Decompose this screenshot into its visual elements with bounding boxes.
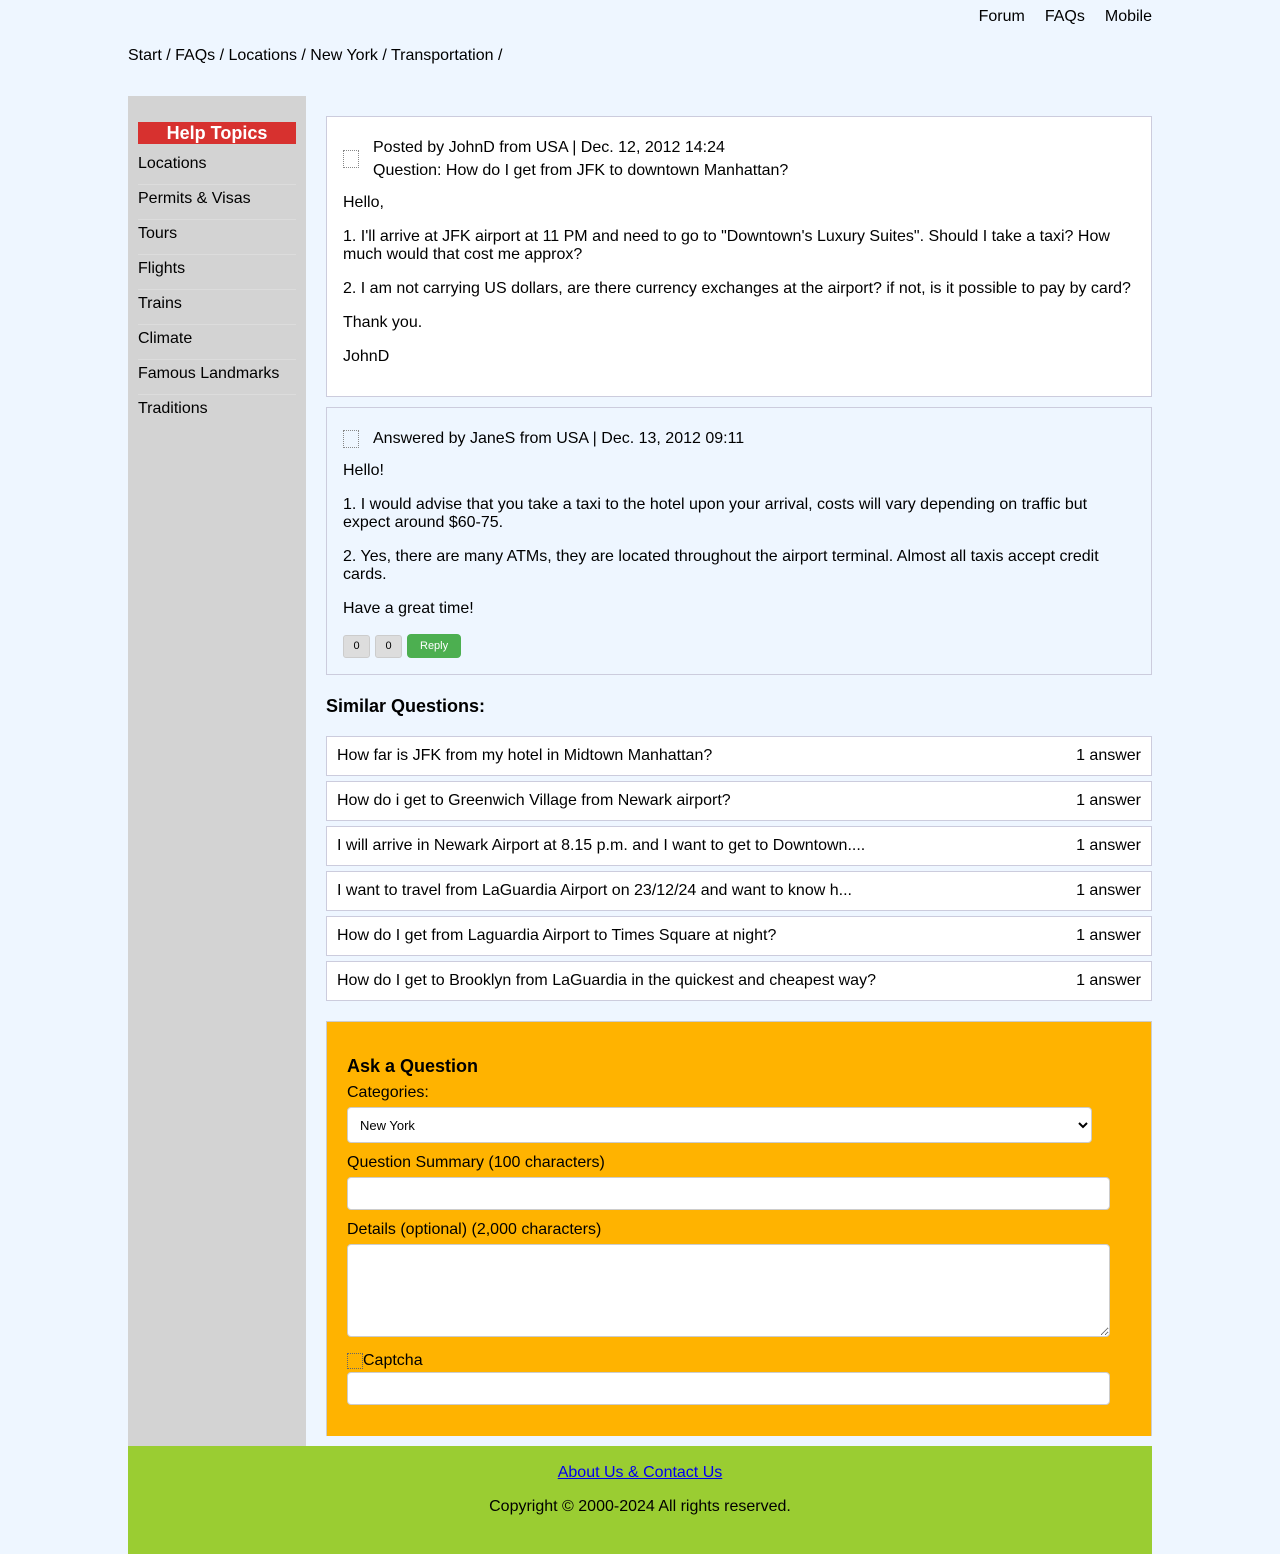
post-paragraph: JohnD bbox=[343, 348, 390, 365]
sidebar-item-traditions: Traditions bbox=[138, 395, 296, 430]
nav-link-faqs[interactable]: FAQs bbox=[1045, 8, 1085, 26]
sidebar-link[interactable]: Locations bbox=[138, 155, 207, 172]
list-item[interactable]: How do I get to Brooklyn from LaGuardia … bbox=[326, 961, 1152, 1001]
sidebar: Help Topics Locations Permits & Visas To… bbox=[128, 96, 306, 1446]
captcha-image: Captcha bbox=[347, 1352, 1131, 1370]
post-paragraph: Have a great time! bbox=[343, 600, 474, 617]
copyright-text: Copyright © 2000-2024 All rights reserve… bbox=[489, 1498, 791, 1515]
sidebar-item-locations: Locations bbox=[138, 150, 296, 185]
question-summary-input[interactable] bbox=[347, 1177, 1110, 1210]
post-meta: Posted by JohnD from USA | Dec. 12, 2012… bbox=[373, 139, 725, 156]
list-item[interactable]: How do I get from Laguardia Airport to T… bbox=[326, 916, 1152, 956]
details-textarea[interactable] bbox=[347, 1244, 1110, 1337]
sidebar-link[interactable]: Tours bbox=[138, 225, 177, 242]
nav-link-forum[interactable]: Forum bbox=[979, 8, 1025, 26]
answer-count: 1 answer bbox=[1076, 927, 1141, 944]
post-paragraph: Thank you. bbox=[343, 314, 423, 331]
broken-image-icon bbox=[347, 1353, 363, 1369]
about-contact-link[interactable]: About Us & Contact Us bbox=[558, 1464, 723, 1481]
similar-question-link[interactable]: How do i get to Greenwich Village from N… bbox=[337, 782, 731, 820]
post-header: Answered by JaneS from USA | Dec. 13, 20… bbox=[343, 427, 1135, 450]
sidebar-link[interactable]: Trains bbox=[138, 295, 182, 312]
help-topics-list: Locations Permits & Visas Tours Flights … bbox=[138, 150, 296, 430]
post-paragraph: Hello, bbox=[343, 194, 384, 211]
breadcrumb[interactable]: Start / FAQs / Locations / New York / Tr… bbox=[128, 47, 502, 65]
post-paragraph: 1. I would advise that you take a taxi t… bbox=[343, 496, 1088, 531]
nav-link-mobile[interactable]: Mobile bbox=[1105, 8, 1152, 26]
similar-question-link[interactable]: I will arrive in Newark Airport at 8.15 … bbox=[337, 827, 865, 865]
list-item[interactable]: How do i get to Greenwich Village from N… bbox=[326, 781, 1152, 821]
upvote-button[interactable]: 0 bbox=[343, 634, 370, 658]
sidebar-link[interactable]: Famous Landmarks bbox=[138, 365, 279, 382]
post-header: Posted by JohnD from USA | Dec. 12, 2012… bbox=[343, 136, 1135, 182]
ask-question-form: Ask a Question Categories: New York Ques… bbox=[326, 1021, 1152, 1436]
summary-label: Question Summary (100 characters) bbox=[347, 1154, 605, 1171]
answer-actions: 0 0 Reply bbox=[343, 634, 1135, 658]
captcha-input[interactable] bbox=[347, 1372, 1110, 1405]
question-post: Posted by JohnD from USA | Dec. 12, 2012… bbox=[326, 116, 1152, 397]
answer-count: 1 answer bbox=[1076, 747, 1141, 764]
answer-count: 1 answer bbox=[1076, 972, 1141, 989]
list-item[interactable]: I want to travel from LaGuardia Airport … bbox=[326, 871, 1152, 911]
help-topics-title: Help Topics bbox=[138, 122, 296, 144]
similar-questions-title: Similar Questions: bbox=[326, 696, 486, 716]
list-item[interactable]: I will arrive in Newark Airport at 8.15 … bbox=[326, 826, 1152, 866]
sidebar-item-flights: Flights bbox=[138, 255, 296, 290]
post-meta-block: Posted by JohnD from USA | Dec. 12, 2012… bbox=[373, 136, 788, 182]
similar-question-link[interactable]: How far is JFK from my hotel in Midtown … bbox=[337, 737, 712, 775]
answer-count: 1 answer bbox=[1076, 882, 1141, 899]
avatar-icon bbox=[343, 150, 359, 168]
category-select[interactable]: New York bbox=[347, 1107, 1092, 1143]
sidebar-item-famous-landmarks: Famous Landmarks bbox=[138, 360, 296, 395]
answer-post: Answered by JaneS from USA | Dec. 13, 20… bbox=[326, 407, 1152, 675]
categories-label: Categories: bbox=[347, 1084, 429, 1101]
similar-question-link[interactable]: How do I get to Brooklyn from LaGuardia … bbox=[337, 962, 876, 1000]
ask-question-title: Ask a Question bbox=[347, 1056, 479, 1076]
reply-button[interactable]: Reply bbox=[407, 634, 462, 658]
sidebar-link[interactable]: Permits & Visas bbox=[138, 190, 251, 207]
sidebar-item-permits-visas: Permits & Visas bbox=[138, 185, 296, 220]
similar-question-link[interactable]: I want to travel from LaGuardia Airport … bbox=[337, 872, 852, 910]
details-label: Details (optional) (2,000 characters) bbox=[347, 1221, 602, 1238]
sidebar-item-climate: Climate bbox=[138, 325, 296, 360]
sidebar-link[interactable]: Flights bbox=[138, 260, 185, 277]
answer-count: 1 answer bbox=[1076, 837, 1141, 854]
footer: About Us & Contact Us Copyright © 2000-2… bbox=[128, 1446, 1152, 1554]
post-paragraph: 1. I'll arrive at JFK airport at 11 PM a… bbox=[343, 228, 1110, 263]
list-item[interactable]: How far is JFK from my hotel in Midtown … bbox=[326, 736, 1152, 776]
avatar-icon bbox=[343, 429, 359, 448]
post-meta: Answered by JaneS from USA | Dec. 13, 20… bbox=[373, 430, 745, 447]
sidebar-item-trains: Trains bbox=[138, 290, 296, 325]
downvote-button[interactable]: 0 bbox=[375, 634, 402, 658]
main-content: Posted by JohnD from USA | Dec. 12, 2012… bbox=[326, 116, 1152, 1436]
sidebar-link[interactable]: Traditions bbox=[138, 400, 208, 417]
sidebar-link[interactable]: Climate bbox=[138, 330, 192, 347]
post-paragraph: Hello! bbox=[343, 462, 384, 479]
similar-question-link[interactable]: How do I get from Laguardia Airport to T… bbox=[337, 917, 776, 955]
sidebar-item-tours: Tours bbox=[138, 220, 296, 255]
post-paragraph: 2. Yes, there are many ATMs, they are lo… bbox=[343, 548, 1099, 583]
answer-count: 1 answer bbox=[1076, 792, 1141, 809]
similar-questions-list: How far is JFK from my hotel in Midtown … bbox=[326, 736, 1152, 1001]
captcha-alt-text: Captcha bbox=[363, 1352, 423, 1369]
question-title: Question: How do I get from JFK to downt… bbox=[373, 162, 789, 179]
top-nav: Forum FAQs Mobile bbox=[979, 8, 1152, 26]
post-paragraph: 2. I am not carrying US dollars, are the… bbox=[343, 280, 1131, 297]
